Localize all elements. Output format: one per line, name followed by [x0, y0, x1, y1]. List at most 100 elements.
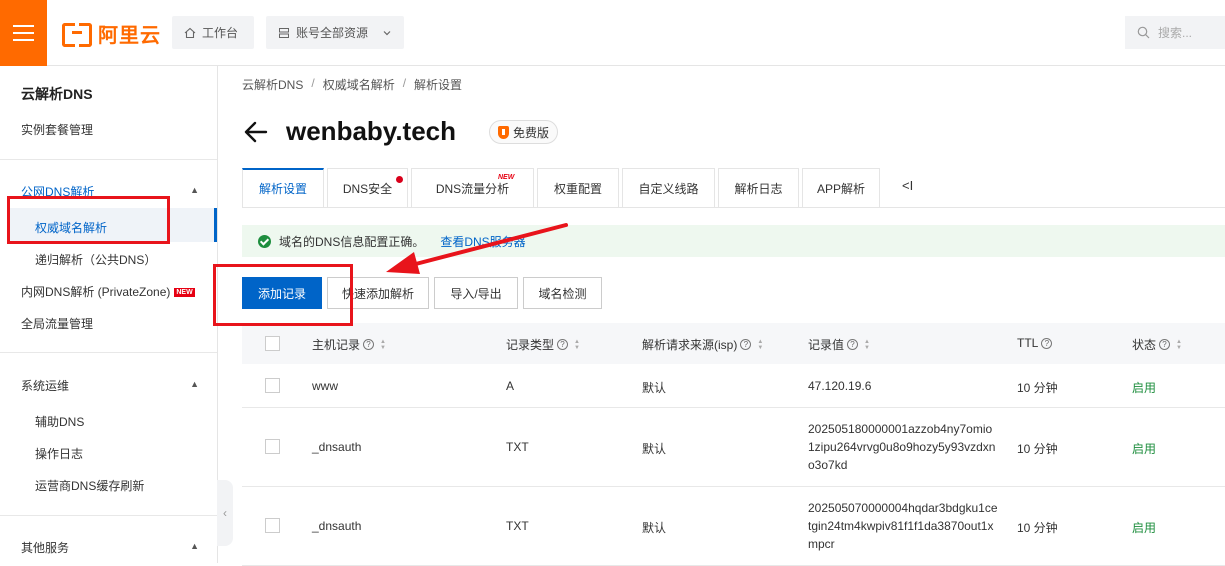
cell-value: 47.120.19.6: [808, 379, 872, 393]
breadcrumb-item[interactable]: 云解析DNS: [242, 76, 303, 93]
aliyun-logo[interactable]: 阿里云: [62, 20, 161, 47]
annotation-box-add-record: [213, 264, 353, 326]
cell-status: 启用: [1132, 381, 1157, 395]
sort-icon[interactable]: ▲ ▼: [574, 339, 580, 351]
help-icon[interactable]: ?: [1159, 339, 1171, 350]
column-header-status[interactable]: 状态? ▲ ▼: [1132, 336, 1182, 353]
chevron-left-icon: ‹: [223, 506, 227, 520]
server-icon: [279, 27, 289, 38]
import-export-button[interactable]: 导入/导出: [434, 277, 518, 309]
cell-isp: 默认: [642, 442, 667, 456]
tab-dns-security[interactable]: DNS安全: [327, 168, 408, 208]
cell-type: TXT: [506, 519, 529, 533]
cell-isp: 默认: [642, 521, 667, 535]
cell-ttl: 10 分钟: [1017, 442, 1058, 456]
back-arrow-icon[interactable]: [242, 118, 270, 146]
chevron-up-icon[interactable]: ▲: [190, 379, 199, 389]
sidebar-item-op-log[interactable]: 操作日志: [35, 445, 83, 462]
tab-custom-line[interactable]: 自定义线路: [622, 168, 715, 208]
global-search-input[interactable]: 搜索...: [1125, 16, 1225, 49]
chevron-up-icon[interactable]: ▲: [190, 541, 199, 551]
table-row: _dnsauth TXT 默认 202505180000001azzob4ny7…: [242, 408, 1225, 487]
tab-resolution-log[interactable]: 解析日志: [718, 168, 799, 208]
edition-label: 免费版: [513, 125, 550, 140]
cell-type: TXT: [506, 440, 529, 454]
sidebar-item-isp-refresh[interactable]: 运营商DNS缓存刷新: [35, 477, 144, 494]
tab-weight-config[interactable]: 权重配置: [537, 168, 619, 208]
chevron-up-icon[interactable]: ▲: [190, 185, 199, 195]
sidebar-item-recursive[interactable]: 递归解析（公共DNS）: [35, 251, 156, 268]
select-all-checkbox[interactable]: [265, 336, 280, 351]
tab-resolution-settings[interactable]: 解析设置: [242, 168, 324, 208]
search-placeholder: 搜索...: [1158, 26, 1193, 40]
sidebar-item-instance-mgmt[interactable]: 实例套餐管理: [21, 121, 93, 138]
tab-dns-traffic[interactable]: DNS流量分析: [411, 168, 534, 208]
help-icon[interactable]: ?: [557, 339, 569, 350]
aliyun-logo-icon: [62, 23, 92, 47]
table-row: www A 默认 47.120.19.6 10 分钟 启用: [242, 364, 1225, 408]
sort-icon[interactable]: ▲ ▼: [864, 339, 870, 351]
search-icon: [1137, 26, 1150, 39]
column-header-isp[interactable]: 解析请求来源(isp)? ▲ ▼: [642, 336, 763, 353]
cell-status: 启用: [1132, 521, 1157, 535]
help-icon[interactable]: ?: [363, 339, 375, 350]
help-icon[interactable]: ?: [847, 339, 859, 350]
sidebar: 云解析DNS 实例套餐管理 公网DNS解析 ▲ 权威域名解析 递归解析（公共DN…: [0, 66, 218, 563]
logo-text: 阿里云: [98, 24, 161, 47]
domain-check-button[interactable]: 域名检测: [523, 277, 602, 309]
cell-ttl: 10 分钟: [1017, 381, 1058, 395]
page-title: wenbaby.tech: [286, 116, 457, 146]
sort-icon[interactable]: ▲ ▼: [1176, 339, 1182, 351]
sidebar-collapse-handle[interactable]: ‹: [217, 480, 233, 546]
column-header-value[interactable]: 记录值? ▲ ▼: [808, 336, 870, 353]
cell-type: A: [506, 379, 515, 393]
header-label: 主机记录: [312, 338, 361, 352]
tab-scroll-button[interactable]: <I: [902, 178, 913, 193]
breadcrumb-separator: /: [311, 76, 315, 90]
cell-value: 202505070000004hqdar3bdgku1cetgin24tm4kw…: [808, 501, 998, 551]
cell-status: 启用: [1132, 442, 1157, 456]
edition-badge: 免费版: [489, 120, 559, 144]
sidebar-item-global-traffic[interactable]: 全局流量管理: [21, 315, 93, 332]
resource-scope-dropdown[interactable]: 账号全部资源: [266, 16, 404, 49]
sidebar-item-aux-dns[interactable]: 辅助DNS: [35, 413, 84, 430]
sort-icon[interactable]: ▲ ▼: [757, 339, 763, 351]
workbench-label: 工作台: [202, 26, 239, 40]
annotation-arrow-icon: [386, 223, 568, 274]
header-label: 解析请求来源(isp): [642, 338, 738, 352]
column-header-ttl[interactable]: TTL?: [1017, 336, 1053, 350]
breadcrumb: 云解析DNS / 权威域名解析 / 解析设置: [242, 76, 462, 93]
sidebar-divider: [0, 352, 217, 353]
header-label: TTL: [1017, 336, 1039, 350]
tab-divider: [242, 207, 1225, 208]
resource-scope-label: 账号全部资源: [296, 26, 369, 40]
sidebar-item-private-zone[interactable]: 内网DNS解析 (PrivateZone) NEW: [21, 283, 195, 300]
cell-host: _dnsauth: [312, 519, 362, 533]
hamburger-menu-icon[interactable]: [0, 0, 47, 66]
workbench-button[interactable]: 工作台: [172, 16, 254, 49]
help-icon[interactable]: ?: [1041, 337, 1053, 349]
help-icon[interactable]: ?: [740, 339, 752, 350]
sidebar-section-ops[interactable]: 系统运维: [21, 377, 69, 394]
sidebar-divider: [0, 159, 217, 160]
row-checkbox[interactable]: [265, 378, 280, 393]
header-label: 状态: [1132, 338, 1157, 352]
check-circle-icon: [258, 234, 271, 248]
breadcrumb-separator: /: [402, 76, 407, 90]
tab-app-resolution[interactable]: APP解析: [802, 168, 880, 208]
tab-new-badge: NEW: [498, 174, 515, 181]
column-header-type[interactable]: 记录类型? ▲ ▼: [506, 336, 580, 353]
private-zone-label: 内网DNS解析 (PrivateZone): [21, 285, 171, 299]
home-icon: [184, 27, 196, 38]
sidebar-section-other[interactable]: 其他服务: [21, 539, 69, 556]
column-header-host[interactable]: 主机记录? ▲ ▼: [312, 336, 386, 353]
breadcrumb-item[interactable]: 权威域名解析: [323, 76, 395, 93]
sort-icon[interactable]: ▲ ▼: [380, 339, 386, 351]
row-checkbox[interactable]: [265, 518, 280, 533]
header-label: 记录类型: [506, 338, 555, 352]
row-checkbox[interactable]: [265, 439, 280, 454]
chevron-down-icon: [383, 30, 391, 35]
table-row: _dnsauth TXT 默认 202505070000004hqdar3bdg…: [242, 487, 1225, 566]
active-indicator: [214, 208, 217, 242]
cell-ttl: 10 分钟: [1017, 521, 1058, 535]
